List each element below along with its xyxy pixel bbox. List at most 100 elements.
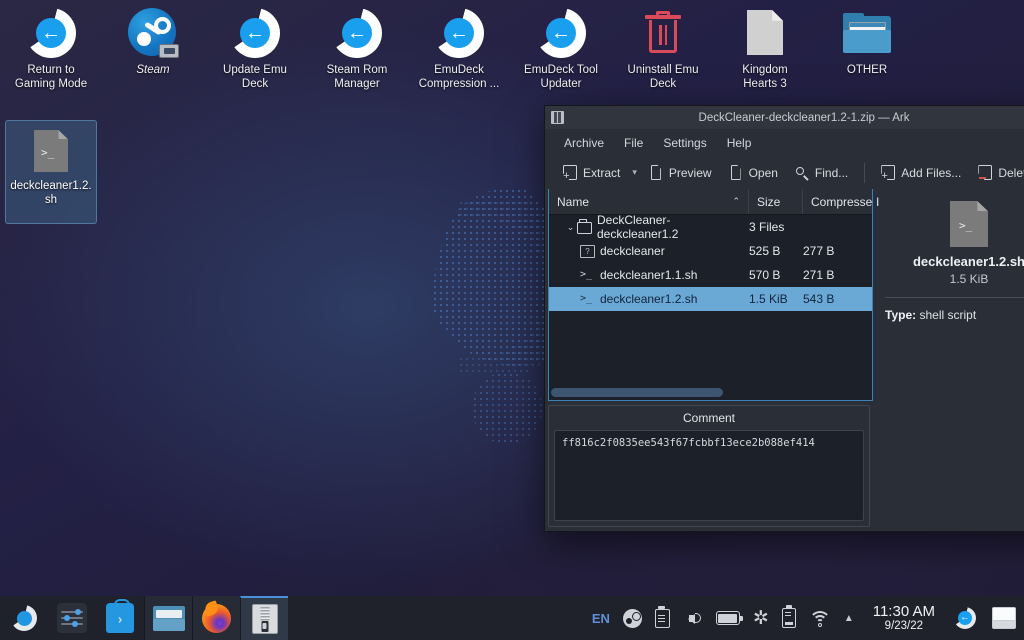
details-file-size: 1.5 KiB [949, 272, 989, 286]
desktop-icon-steam[interactable]: Steam [102, 4, 204, 104]
desktop-icon-label: Steam [136, 64, 170, 76]
steam-icon [128, 8, 179, 58]
window-titlebar[interactable]: DeckCleaner-deckcleaner1.2-1.zip — Ark [545, 106, 1024, 129]
shell-script-icon: >_ [580, 269, 593, 280]
cell-name: deckcleaner1.2.sh [600, 292, 698, 306]
return-arrow-icon: ← [536, 8, 586, 58]
extract-label: Extract [583, 165, 621, 180]
preview-icon [649, 165, 663, 180]
delete-button[interactable]: Delete [970, 161, 1024, 184]
tray-steam[interactable] [622, 608, 642, 628]
window-body: Name ⌃ Size Compressed ⌄ DeckCleaner-dec… [545, 189, 1024, 531]
tray-volume[interactable] [683, 610, 703, 627]
tray-removable-media[interactable] [781, 605, 796, 628]
comment-panel: Comment ff816c2f0835ee543f67fcbbf13ece2b… [548, 405, 870, 527]
tray-battery[interactable] [715, 611, 743, 625]
shell-script-icon: >_ [580, 293, 593, 304]
return-arrow-icon: ← [954, 607, 976, 629]
desktop-icon-return-to-gaming-mode[interactable]: ← Return to Gaming Mode [0, 4, 102, 104]
extract-button[interactable]: + Extract [555, 161, 628, 184]
menu-settings[interactable]: Settings [654, 133, 715, 153]
desktop-icon-kingdom-hearts-3[interactable]: Kingdom Hearts 3 [714, 4, 816, 104]
tray-overflow-arrow-icon[interactable]: ▲ [844, 613, 854, 624]
details-pane: >_ deckcleaner1.2.sh 1.5 KiB Type: shell… [877, 189, 1024, 531]
tray-network[interactable] [808, 610, 831, 627]
firefox-icon [202, 603, 231, 633]
file-list-header: Name ⌃ Size Compressed [549, 189, 879, 215]
delete-label: Delete [998, 165, 1024, 180]
desktop-icon-update-emu-deck[interactable]: ← Update Emu Deck [204, 4, 306, 104]
open-button[interactable]: Open [721, 161, 786, 184]
desktop-icon-deckcleaner-script[interactable]: >_ deckcleaner1.2. sh [5, 120, 97, 224]
desktop-icon-uninstall-emu-deck[interactable]: Uninstall Emu Deck [612, 4, 714, 104]
return-arrow-icon: ← [230, 8, 280, 58]
comment-textarea[interactable]: ff816c2f0835ee543f67fcbbf13ece2b088ef414 [554, 430, 864, 521]
tray-clipboard[interactable] [654, 606, 670, 628]
menu-help[interactable]: Help [718, 133, 761, 153]
desktop-icon-steam-rom-manager[interactable]: ← Steam Rom Manager [306, 4, 408, 104]
table-row[interactable]: deckcleaner 525 B 277 B [549, 239, 872, 263]
show-desktop-button[interactable] [992, 607, 1016, 629]
scrollbar-thumb[interactable] [551, 387, 723, 397]
preview-button[interactable]: Preview [641, 161, 720, 184]
folder-window-icon [842, 8, 892, 58]
menu-file[interactable]: File [615, 133, 652, 153]
steam-tray-icon [622, 608, 642, 628]
shell-script-icon: >_ [950, 201, 988, 247]
cell-name: deckcleaner [600, 244, 665, 258]
battery-icon [715, 611, 743, 625]
keyboard-layout-indicator[interactable]: EN [592, 611, 610, 626]
find-button[interactable]: Find... [787, 161, 856, 184]
column-header-size[interactable]: Size [749, 189, 803, 214]
cell-size: 525 B [749, 244, 781, 258]
dolphin-folder-icon [152, 605, 185, 631]
chevron-expanded-icon[interactable]: ⌄ [564, 222, 577, 233]
preview-label: Preview [668, 165, 712, 180]
desktop-icon-emudeck-compression[interactable]: ← EmuDeck Compression ... [408, 4, 510, 104]
application-launcher-button[interactable] [0, 596, 48, 640]
details-type-label: Type: [885, 308, 917, 322]
cell-size: 1.5 KiB [749, 292, 788, 306]
search-icon [795, 165, 809, 181]
column-header-name[interactable]: Name ⌃ [549, 189, 749, 214]
tray-bluetooth[interactable]: ✲ [753, 609, 769, 628]
add-files-icon: + [881, 165, 896, 182]
desktop-icon-label: Update Emu Deck [223, 64, 287, 90]
clock[interactable]: 11:30 AM 9/23/22 [867, 603, 941, 633]
desktop-icon-label: EmuDeck Tool Updater [524, 64, 598, 90]
chevron-down-icon[interactable]: ▾ [629, 163, 640, 182]
file-list-frame: Name ⌃ Size Compressed ⌄ DeckCleaner-dec… [548, 189, 879, 401]
task-ark[interactable] [240, 596, 288, 640]
toolbar: + Extract ▾ Preview Open Find... + Add F… [545, 156, 1024, 189]
shell-script-icon: >_ [34, 130, 68, 172]
cell-compressed: 271 B [803, 268, 835, 282]
discover-launcher[interactable]: › [96, 596, 144, 640]
table-row-selected[interactable]: >_ deckcleaner1.2.sh 1.5 KiB 543 B [549, 287, 872, 311]
horizontal-scrollbar[interactable] [549, 384, 872, 400]
return-to-gaming-mode-button[interactable]: ← [954, 607, 976, 629]
usb-drive-icon [781, 605, 796, 628]
folder-icon [577, 219, 592, 234]
return-arrow-icon: ← [332, 8, 382, 58]
task-file-manager[interactable] [144, 596, 192, 640]
prompt-glyph: >_ [41, 146, 55, 159]
discover-store-icon: › [106, 599, 134, 633]
desktop-icon-label: Steam Rom Manager [326, 64, 388, 90]
system-tray: EN ✲ ▲ 11:30 AM 9/23/22 ← [592, 596, 1024, 640]
settings-sliders-icon [57, 603, 87, 633]
menu-archive[interactable]: Archive [555, 133, 613, 153]
return-arrow-icon: ← [26, 8, 76, 58]
details-divider [885, 297, 1024, 298]
unknown-file-icon [580, 244, 595, 258]
add-files-button[interactable]: + Add Files... [873, 161, 969, 184]
trash-icon [638, 8, 688, 58]
table-row[interactable]: ⌄ DeckCleaner-deckcleaner1.2 3 Files [549, 215, 872, 241]
desktop-icon-other[interactable]: OTHER [816, 4, 918, 104]
desktop-icon-emudeck-tool-updater[interactable]: ← EmuDeck Tool Updater [510, 4, 612, 104]
details-type-row: Type: shell script [885, 308, 1024, 322]
details-file-name: deckcleaner1.2.sh [912, 254, 1024, 269]
task-firefox[interactable] [192, 596, 240, 640]
settings-launcher[interactable] [48, 596, 96, 640]
file-list-rows: ⌄ DeckCleaner-deckcleaner1.2 3 Files dec… [549, 215, 872, 384]
table-row[interactable]: >_ deckcleaner1.1.sh 570 B 271 B [549, 263, 872, 287]
